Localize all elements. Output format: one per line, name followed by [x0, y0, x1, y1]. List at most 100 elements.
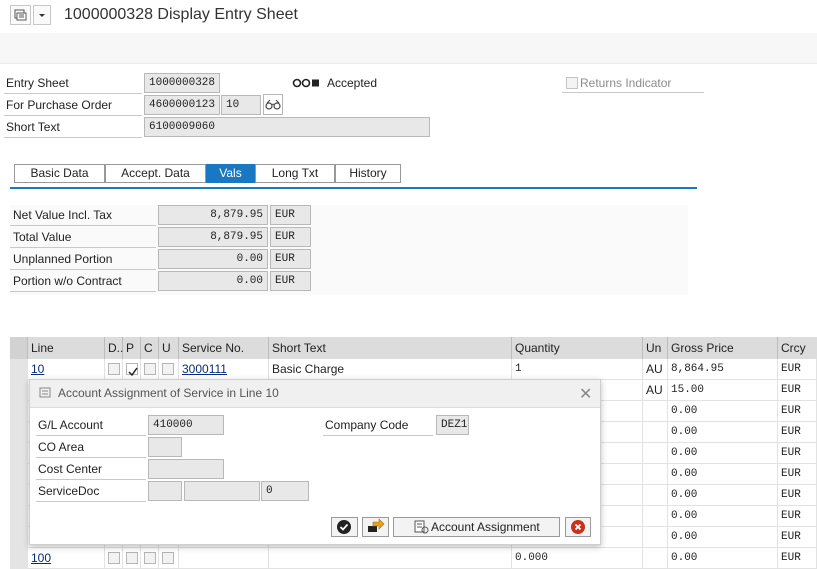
- c-checkbox[interactable]: [144, 552, 156, 564]
- row-selector[interactable]: [10, 401, 28, 422]
- cell-currency: EUR: [778, 401, 817, 422]
- cell-gross-price: 8,864.95: [668, 359, 778, 380]
- portion-wo-contract-currency[interactable]: EUR: [270, 271, 311, 291]
- service-doc-item-field[interactable]: 0: [261, 481, 309, 501]
- row-selector[interactable]: [10, 380, 28, 401]
- document-icon: [414, 520, 429, 534]
- unplanned-portion-label: Unplanned Portion: [13, 252, 113, 266]
- apply-button[interactable]: [362, 517, 389, 537]
- purchase-order-item-field[interactable]: 10: [221, 95, 261, 115]
- cell-gross-price: 0.00: [668, 527, 778, 548]
- cell-unit: [643, 527, 668, 548]
- gl-account-field[interactable]: 410000: [148, 415, 224, 435]
- entry-sheet-label: Entry Sheet: [6, 76, 69, 90]
- net-value-field[interactable]: 8,879.95: [158, 205, 268, 225]
- col-d-cell: [105, 548, 123, 569]
- cell-short-text: Basic Charge: [269, 359, 512, 380]
- tab-vals[interactable]: Vals: [206, 164, 255, 183]
- menu-button[interactable]: [10, 5, 31, 25]
- short-text-label: Short Text: [6, 120, 60, 134]
- purchase-order-field[interactable]: 4600000123: [144, 95, 220, 115]
- row-selector[interactable]: [10, 485, 28, 506]
- col-header-quantity[interactable]: Quantity: [512, 337, 643, 359]
- row-selector[interactable]: [10, 464, 28, 485]
- dialog-icon: [39, 387, 51, 398]
- cell-service-no[interactable]: 3000111: [179, 359, 269, 380]
- returns-indicator-checkbox[interactable]: [566, 77, 578, 89]
- co-area-label: CO Area: [38, 440, 85, 454]
- table-row[interactable]: 100 0.000 0.00 EUR: [10, 548, 817, 569]
- p-checkbox[interactable]: [126, 363, 138, 377]
- cost-center-label: Cost Center: [38, 462, 103, 476]
- row-selector[interactable]: [10, 443, 28, 464]
- tab-history[interactable]: History: [335, 164, 401, 183]
- cell-service-no[interactable]: [179, 548, 269, 569]
- cost-center-field[interactable]: [148, 459, 224, 479]
- title-bar: 1000000328 Display Entry Sheet: [0, 0, 817, 34]
- col-header-currency[interactable]: Crcy: [778, 337, 817, 359]
- divider: [4, 137, 142, 138]
- divider: [4, 115, 142, 116]
- co-area-field[interactable]: [148, 437, 182, 457]
- col-header-unit[interactable]: Un: [643, 337, 668, 359]
- application-toolbar: [0, 33, 817, 64]
- dropdown-button[interactable]: [33, 5, 51, 25]
- unplanned-portion-currency[interactable]: EUR: [270, 249, 311, 269]
- row-selector[interactable]: [10, 506, 28, 527]
- d-checkbox[interactable]: [108, 363, 120, 375]
- tab-long-txt[interactable]: Long Txt: [255, 164, 335, 183]
- short-text-field[interactable]: 6100009060: [144, 117, 430, 137]
- cell-gross-price: 15.00: [668, 380, 778, 401]
- divider: [4, 93, 142, 94]
- portion-wo-contract-label: Portion w/o Contract: [13, 274, 122, 288]
- confirm-button[interactable]: [331, 517, 358, 537]
- col-header-p[interactable]: P: [123, 337, 141, 359]
- tab-basic-data[interactable]: Basic Data: [14, 164, 105, 183]
- unplanned-portion-field[interactable]: 0.00: [158, 249, 268, 269]
- service-doc-field[interactable]: [148, 481, 182, 501]
- close-icon[interactable]: ✕: [579, 384, 592, 404]
- entry-sheet-field[interactable]: 1000000328: [144, 73, 220, 93]
- service-doc-number-field[interactable]: [184, 481, 260, 501]
- cell-short-text: [269, 548, 512, 569]
- company-code-field[interactable]: DEZ1: [436, 415, 469, 435]
- divider: [10, 247, 156, 248]
- cancel-button[interactable]: [565, 517, 591, 537]
- portion-wo-contract-field[interactable]: 0.00: [158, 271, 268, 291]
- account-assignment-button[interactable]: Account Assignment: [393, 517, 560, 537]
- select-all-button[interactable]: [10, 337, 28, 359]
- col-header-line[interactable]: Line: [28, 337, 105, 359]
- row-selector[interactable]: [10, 527, 28, 548]
- table-row[interactable]: 10 3000111 Basic Charge 1 AU 8,864.95 EUR: [10, 359, 817, 380]
- divider: [562, 92, 704, 93]
- arrow-right-icon: [368, 518, 385, 532]
- display-po-button[interactable]: [263, 94, 283, 115]
- cell-currency: EUR: [778, 527, 817, 548]
- u-checkbox[interactable]: [162, 552, 174, 564]
- c-checkbox[interactable]: [144, 363, 156, 375]
- col-u-cell: [159, 548, 179, 569]
- d-checkbox[interactable]: [108, 552, 120, 564]
- cancel-icon: [571, 520, 585, 534]
- col-p-cell: [123, 548, 141, 569]
- cell-currency: EUR: [778, 443, 817, 464]
- cell-line[interactable]: 100: [28, 548, 105, 569]
- cell-unit: [643, 548, 668, 569]
- p-checkbox[interactable]: [126, 552, 138, 564]
- row-selector[interactable]: [10, 548, 28, 569]
- cell-line[interactable]: 10: [28, 359, 105, 380]
- col-header-d[interactable]: D..: [105, 337, 123, 359]
- col-header-short-text[interactable]: Short Text: [269, 337, 512, 359]
- service-doc-label: ServiceDoc: [38, 484, 100, 498]
- col-header-u[interactable]: U: [159, 337, 179, 359]
- total-value-field[interactable]: 8,879.95: [158, 227, 268, 247]
- row-selector[interactable]: [10, 422, 28, 443]
- total-value-currency[interactable]: EUR: [270, 227, 311, 247]
- col-header-c[interactable]: C: [141, 337, 159, 359]
- row-selector[interactable]: [10, 359, 28, 380]
- col-header-service-no[interactable]: Service No.: [179, 337, 269, 359]
- net-value-currency[interactable]: EUR: [270, 205, 311, 225]
- u-checkbox[interactable]: [162, 363, 174, 375]
- col-header-gross-price[interactable]: Gross Price: [668, 337, 778, 359]
- tab-accept-data[interactable]: Accept. Data: [105, 164, 206, 183]
